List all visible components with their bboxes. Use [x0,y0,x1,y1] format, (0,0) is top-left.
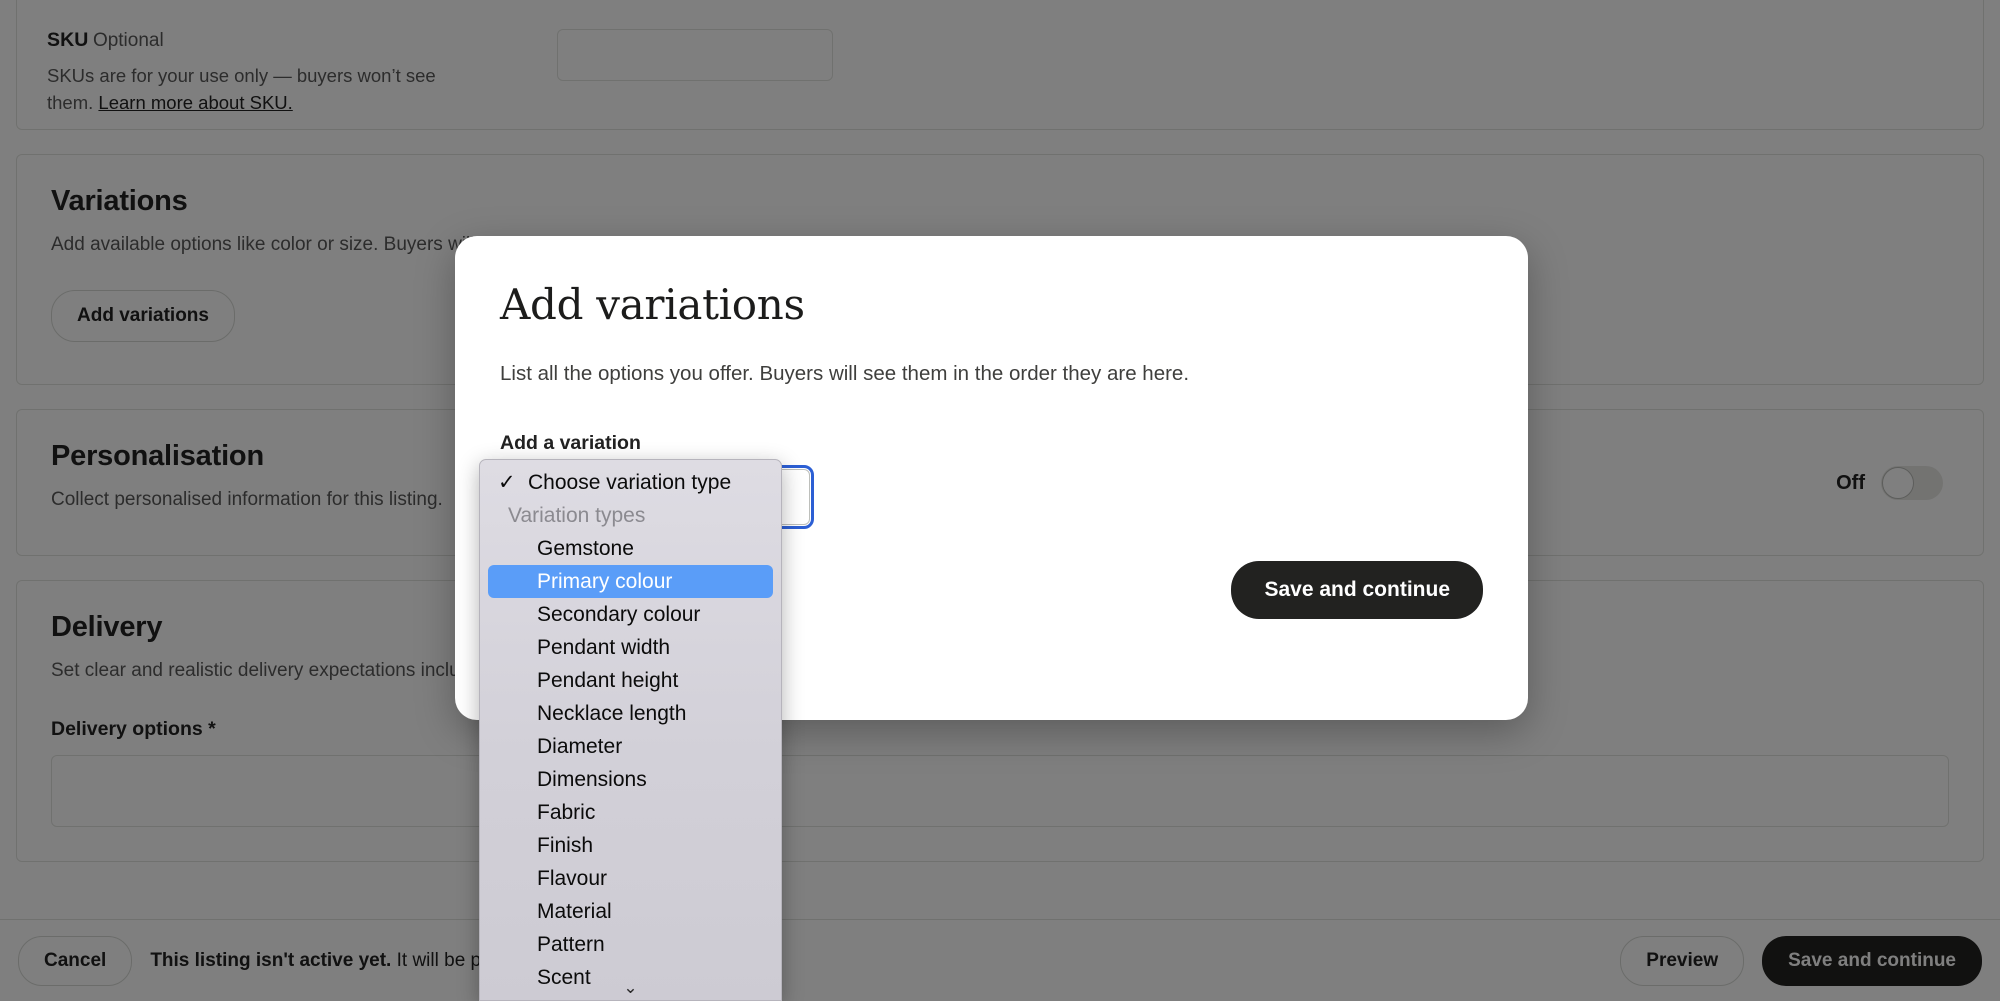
dropdown-option[interactable]: Secondary colour [480,598,781,631]
add-a-variation-label: Add a variation [500,432,641,454]
dropdown-option[interactable]: Pendant height [480,664,781,697]
dropdown-option[interactable]: Fabric [480,796,781,829]
variation-type-dropdown[interactable]: ✓ Choose variation type Variation types … [479,459,782,1001]
dropdown-options-list: Gemstone Primary colour Secondary colour Pe… [480,532,781,994]
modal-subtitle: List all the options you offer. Buyers w… [500,362,1190,385]
dropdown-option[interactable]: Material [480,895,781,928]
dropdown-option[interactable]: Diameter [480,730,781,763]
dropdown-group-label: Variation types [508,504,646,527]
dropdown-option[interactable]: Finish [480,829,781,862]
dropdown-option[interactable]: Gemstone [480,532,781,565]
chevron-down-icon[interactable]: ⌄ [480,979,781,1000]
dropdown-option[interactable]: Primary colour [488,565,773,598]
dropdown-option[interactable]: Pendant width [480,631,781,664]
modal-save-and-continue-button[interactable]: Save and continue [1231,561,1483,619]
dropdown-option[interactable]: Pattern [480,928,781,961]
checkmark-icon: ✓ [498,471,516,494]
dropdown-option[interactable]: Flavour [480,862,781,895]
dropdown-option[interactable]: Dimensions [480,763,781,796]
dropdown-option-checked-label: Choose variation type [528,471,732,494]
dropdown-option-checked[interactable]: ✓ Choose variation type [480,466,781,499]
dropdown-option[interactable]: Necklace length [480,697,781,730]
modal-title: Add variations [500,280,805,329]
